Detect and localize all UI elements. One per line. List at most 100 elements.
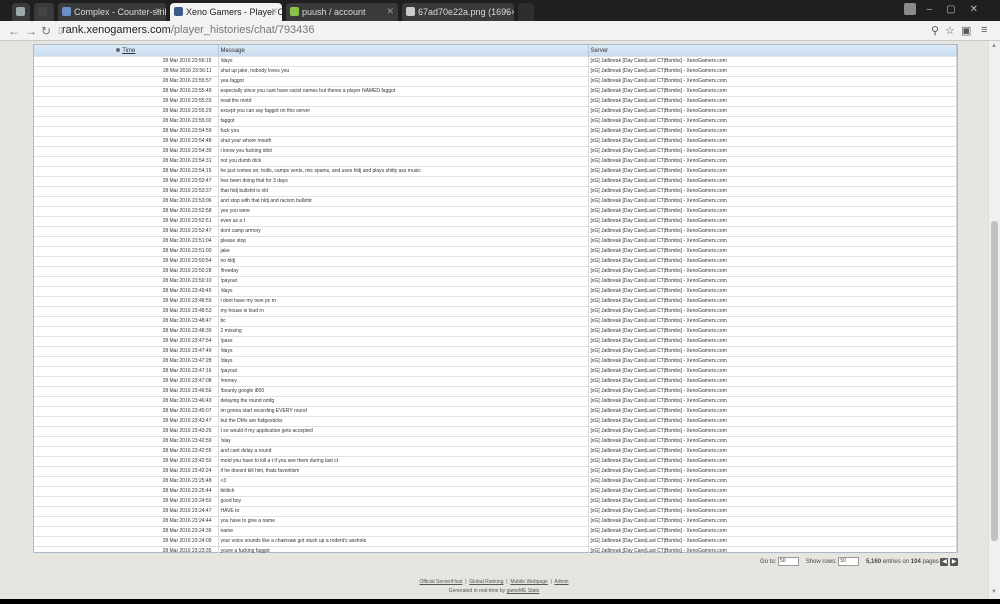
footer-link-global-ranking[interactable]: Global Ranking	[469, 579, 503, 585]
new-tab-button[interactable]	[518, 3, 534, 21]
table-row: 28 Mar 2016 23:24:44 you have to give a n…	[34, 516, 957, 527]
close-icon[interactable]: ✕	[154, 6, 162, 17]
table-row: 28 Mar 2016 23:24:50 good boy [xG] Jailbre…	[34, 496, 957, 507]
time-cell: 28 Mar 2016 23:24:50	[34, 496, 219, 507]
message-cell: not you dumb dick	[218, 156, 589, 167]
server-cell: [xG] Jailbreak [Day Care|Last CT|Bombs] …	[588, 476, 957, 487]
tab-complex[interactable]: Complex - Counter-strike ✕	[58, 3, 166, 21]
time-cell: 28 Mar 2016 23:24:44	[34, 516, 219, 527]
footer-link-official-server[interactable]: Official Server/Host	[419, 579, 462, 585]
table-row: 28 Mar 2016 23:43:47 but the DMs are fudg…	[34, 416, 957, 427]
user-profile-icon[interactable]	[904, 3, 916, 15]
message-cell: <3	[218, 476, 589, 487]
gameme-stats-link[interactable]: gameME Stats	[507, 588, 540, 594]
server-cell: [xG] Jailbreak [Day Care|Last CT|Bombs] …	[588, 106, 957, 117]
time-cell: 28 Mar 2016 23:52:58	[34, 206, 219, 217]
time-cell: 28 Mar 2016 23:51:00	[34, 246, 219, 257]
tab-image[interactable]: 67ad70e22a.png (1696× ✕	[402, 3, 514, 21]
time-cell: 28 Mar 2016 23:24:47	[34, 506, 219, 517]
url-path: /player_histories/chat/793436	[170, 24, 315, 36]
message-column-header[interactable]: Message	[218, 45, 589, 57]
message-cell: fuck you	[218, 126, 589, 137]
close-icon[interactable]: ✕	[270, 6, 278, 17]
message-cell: and cant delay a round	[218, 446, 589, 457]
close-icon[interactable]: ✕	[502, 6, 510, 17]
footer-link-mobile-webpage[interactable]: Mobile Webpage	[510, 579, 547, 585]
forward-icon[interactable]: →	[25, 24, 37, 38]
window-controls[interactable]: –▢✕	[927, 4, 992, 15]
message-cell: 2 missing	[218, 326, 589, 337]
server-cell: [xG] Jailbreak [Day Care|Last CT|Bombs] …	[588, 266, 957, 277]
time-cell: 28 Mar 2016 23:53:06	[34, 196, 219, 207]
message-cell: good boy	[218, 496, 589, 507]
scrollbar-thumb[interactable]	[991, 221, 998, 541]
server-cell: [xG] Jailbreak [Day Care|Last CT|Bombs] …	[588, 116, 957, 127]
server-cell: [xG] Jailbreak [Day Care|Last CT|Bombs] …	[588, 166, 957, 177]
message-cell: that hldj bullshit is old	[218, 186, 589, 197]
time-cell: 28 Mar 2016 23:48:47	[34, 316, 219, 327]
server-cell: [xG] Jailbreak [Day Care|Last CT|Bombs] …	[588, 326, 957, 337]
server-cell: [xG] Jailbreak [Day Care|Last CT|Bombs] …	[588, 356, 957, 367]
footer-link-admin[interactable]: Admin	[554, 579, 568, 585]
message-cell: please stop	[218, 236, 589, 247]
server-cell: [xG] Jailbreak [Day Care|Last CT|Bombs] …	[588, 206, 957, 217]
time-cell: 28 Mar 2016 23:48:53	[34, 306, 219, 317]
server-cell: [xG] Jailbreak [Day Care|Last CT|Bombs] …	[588, 96, 957, 107]
tab-2[interactable]	[34, 3, 54, 21]
message-cell: !slay	[218, 436, 589, 447]
tab-xeno-gamers[interactable]: Xeno Gamers - Player Cha ✕	[170, 3, 282, 21]
prev-page-button[interactable]: ◀	[940, 557, 949, 566]
rows-select[interactable]: 50	[838, 557, 860, 566]
server-cell: [xG] Jailbreak [Day Care|Last CT|Bombs] …	[588, 306, 957, 317]
table-row: 28 Mar 2016 23:46:56 !bounty google i800[…	[34, 386, 957, 397]
message-cell: i dont have my own pc rn	[218, 296, 589, 307]
server-cell: [xG] Jailbreak [Day Care|Last CT|Bombs] …	[588, 186, 957, 197]
time-cell: 28 Mar 2016 23:46:56	[34, 386, 219, 397]
table-row: 28 Mar 2016 23:43:26 I so would if my app…	[34, 426, 957, 437]
chat-history-panel: Time Message Server 28 Mar 2016 23:56:15…	[33, 44, 958, 556]
table-row: 28 Mar 2016 23:53:06 and stop with that h…	[34, 196, 957, 207]
server-cell: [xG] Jailbreak [Day Care|Last CT|Bombs] …	[588, 66, 957, 77]
tab-xeno-label: Xeno Gamers - Player Cha	[186, 7, 282, 17]
server-cell: [xG] Jailbreak [Day Care|Last CT|Bombs] …	[588, 446, 957, 457]
zoom-icon[interactable]: ⚲	[931, 24, 939, 37]
message-cell: faggot	[218, 116, 589, 127]
page-scrollbar[interactable]: ▲ ▼	[988, 41, 1000, 599]
back-icon[interactable]: ←	[8, 24, 20, 38]
time-cell: 28 Mar 2016 23:24:09	[34, 536, 219, 547]
tab-1[interactable]	[12, 3, 30, 21]
server-cell: [xG] Jailbreak [Day Care|Last CT|Bombs] …	[588, 546, 957, 556]
scroll-up-icon[interactable]: ▲	[991, 43, 997, 49]
server-cell: [xG] Jailbreak [Day Care|Last CT|Bombs] …	[588, 136, 957, 147]
table-row: 28 Mar 2016 23:50:10 !payout [xG] Jailbrea…	[34, 276, 957, 287]
pages-text: pages	[922, 559, 939, 566]
message-cell: no hldj	[218, 256, 589, 267]
bookmark-star-icon[interactable]: ☆	[945, 24, 955, 37]
close-icon[interactable]: ✕	[386, 6, 394, 17]
reload-icon[interactable]: ↻	[41, 24, 51, 38]
next-page-button[interactable]: ▶	[950, 557, 959, 566]
time-column-header[interactable]: Time	[34, 45, 219, 57]
table-row: 28 Mar 2016 23:42:55 and cant delay a rou…	[34, 446, 957, 457]
message-cell: yea faggot	[218, 76, 589, 87]
time-cell: 28 Mar 2016 23:47:28	[34, 356, 219, 367]
page-icon	[16, 7, 25, 16]
message-cell: i know you fucking idiot	[218, 146, 589, 157]
table-row: 28 Mar 2016 23:50:28 !freeday [xG] Jailbre…	[34, 266, 957, 277]
menu-icon[interactable]: ≡	[981, 24, 987, 36]
message-cell: especially since you cant have racist na…	[218, 86, 589, 97]
time-cell: 28 Mar 2016 23:54:31	[34, 156, 219, 167]
address-bar[interactable]: rank.xenogamers.com/player_histories/cha…	[62, 24, 315, 36]
goto-input[interactable]: 50	[778, 557, 800, 566]
server-column-header[interactable]: Server	[588, 45, 957, 57]
server-cell: [xG] Jailbreak [Day Care|Last CT|Bombs] …	[588, 526, 957, 537]
server-cell: [xG] Jailbreak [Day Care|Last CT|Bombs] …	[588, 256, 957, 267]
generated-prefix: Generated in real-time by	[448, 588, 506, 594]
page-viewport: Time Message Server 28 Mar 2016 23:56:15…	[0, 41, 988, 599]
tab-image-label: 67ad70e22a.png (1696×	[418, 7, 514, 17]
scroll-down-icon[interactable]: ▼	[991, 589, 997, 595]
table-row: 28 Mar 2016 23:51:00 jake [xG] Jailbreak […	[34, 246, 957, 257]
table-row: 28 Mar 2016 23:54:15 he just comes on, tr…	[34, 166, 957, 177]
extension-icon[interactable]: ▣	[961, 24, 971, 37]
tab-puush[interactable]: puush / account ✕	[286, 3, 398, 21]
